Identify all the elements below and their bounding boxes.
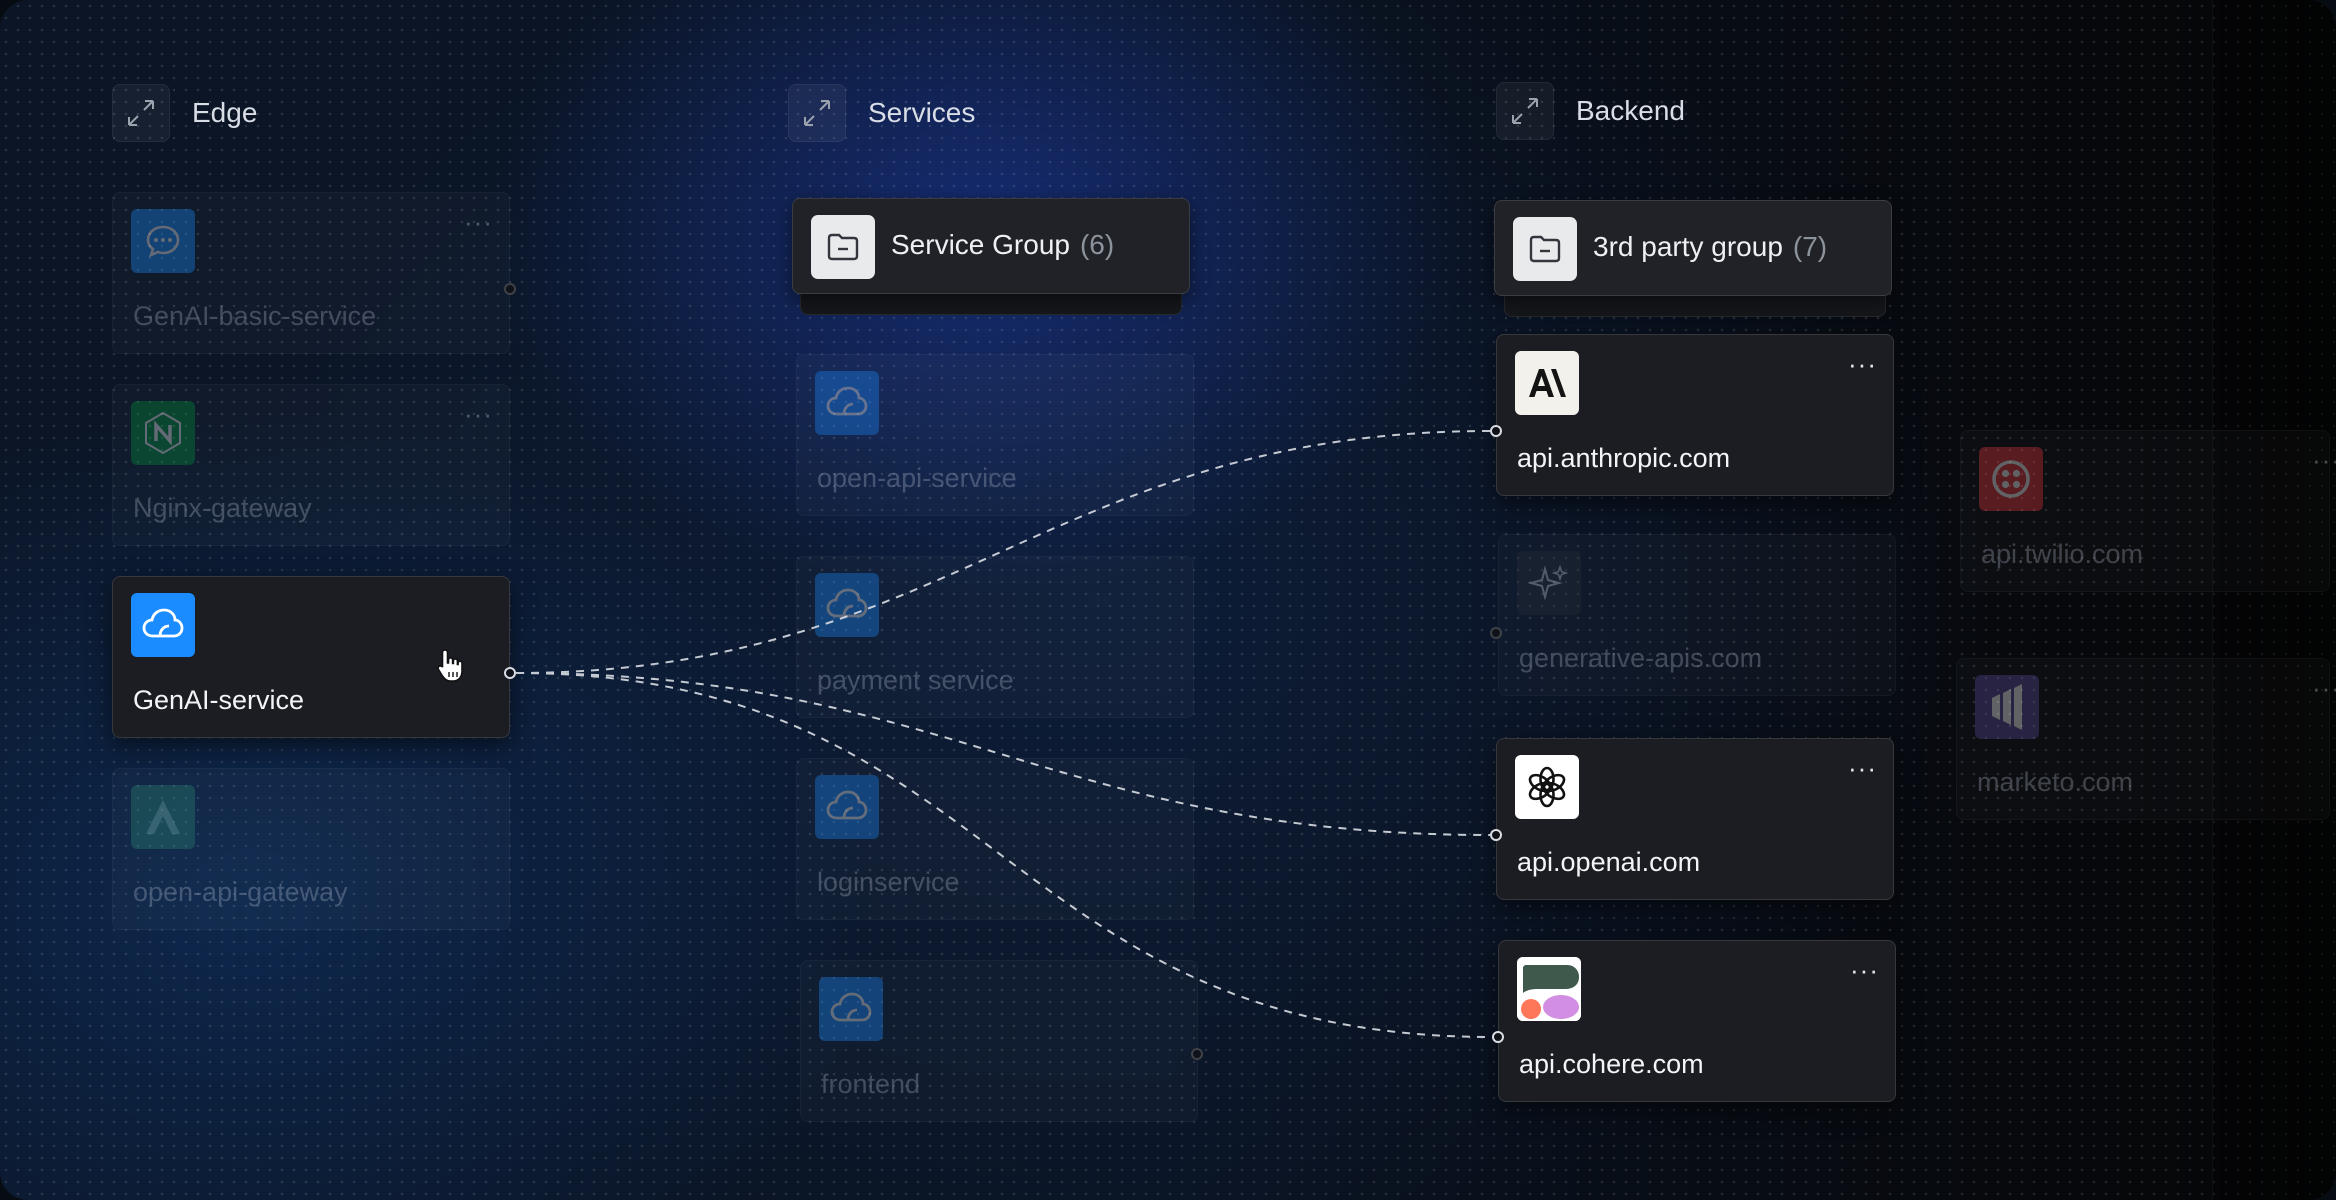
topology-canvas[interactable]: Edge Services Backend ··· GenAI-basic-se… (0, 0, 2336, 1200)
link-genai-to-anthropic (515, 430, 1491, 674)
hand-cursor-icon (436, 648, 466, 689)
connection-links (515, 430, 1493, 1038)
link-genai-to-cohere (515, 672, 1493, 1038)
link-genai-to-openai (515, 672, 1491, 836)
